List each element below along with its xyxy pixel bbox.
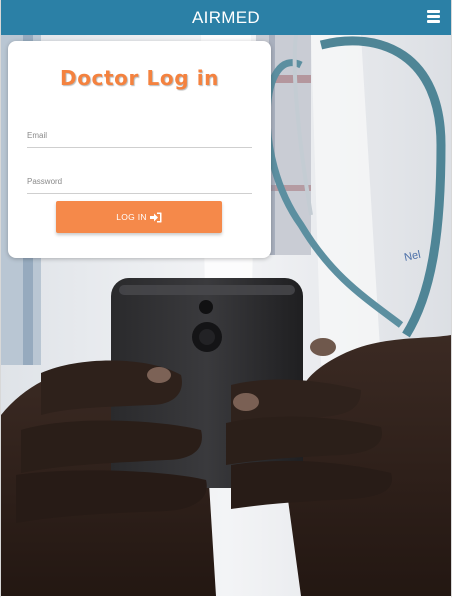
- hamburger-menu-icon[interactable]: [427, 10, 441, 24]
- app-root: AIRMED Nel Doctor Log in Email LOG IN: [0, 0, 452, 598]
- sign-in-icon: [149, 212, 162, 223]
- password-input[interactable]: [27, 169, 252, 193]
- login-button[interactable]: LOG IN: [56, 201, 222, 233]
- login-button-label: LOG IN: [116, 212, 147, 222]
- login-card: Doctor Log in LOG IN: [8, 41, 271, 258]
- top-nav-bar: AIRMED: [0, 0, 452, 35]
- app-title: AIRMED: [192, 8, 260, 27]
- login-title: Doctor Log in: [60, 66, 219, 90]
- email-field[interactable]: [27, 123, 252, 148]
- password-field[interactable]: [27, 169, 252, 194]
- email-input[interactable]: [27, 123, 252, 147]
